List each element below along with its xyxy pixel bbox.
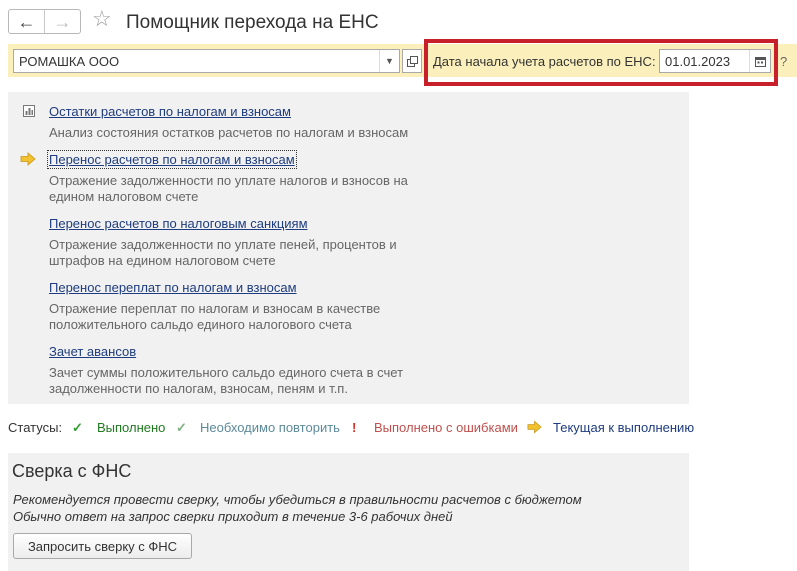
status-repeat: Необходимо повторить [200,420,340,435]
step-desc-transfer-sanctions: Отражение задолженности по уплате пеней,… [49,237,397,268]
organization-value: РОМАШКА ООО [19,54,120,69]
chevron-down-icon: ▼ [385,56,394,66]
organization-open-button[interactable] [402,49,422,73]
statuses-label: Статусы: [8,420,63,435]
page-title: Помощник перехода на ЕНС [126,12,379,33]
step-desc-advances-offset: Зачет суммы положительного сальдо единог… [49,365,404,396]
reconciliation-title: Сверка с ФНС [12,461,132,481]
status-errors: Выполнено с ошибками [374,420,518,435]
report-icon [23,105,35,117]
status-done: Выполнено [97,420,166,435]
step-link-balances[interactable]: Остатки расчетов по налогам и взносам [49,104,291,119]
step-link-transfer-overpayments[interactable]: Перенос переплат по налогам и взносам [49,280,297,295]
checkmark-icon: ✓ [72,420,83,435]
checkmark-icon: ✓ [176,420,187,435]
current-arrow-icon [20,152,36,166]
request-reconciliation-button[interactable]: Запросить сверку с ФНС [13,533,192,559]
step-desc-transfer-taxes: Отражение задолженности по уплате налого… [49,173,408,204]
organization-dropdown-button[interactable]: ▼ [379,50,399,72]
forward-button[interactable]: → [45,10,80,33]
start-date-field[interactable]: 01.01.2023 [659,49,771,73]
arrow-right-icon [527,420,542,434]
status-current: Текущая к выполнению [553,420,695,435]
back-button[interactable]: ← [9,10,45,33]
arrow-left-icon: ← [17,11,36,32]
star-icon[interactable]: ☆ [92,8,112,30]
step-link-advances-offset[interactable]: Зачет авансов [49,344,136,359]
step-desc-balances: Анализ состояния остатков расчетов по на… [49,125,409,140]
start-date-label: Дата начала учета расчетов по ЕНС: [433,54,656,69]
arrow-right-icon: → [53,11,72,32]
start-date-value: 01.01.2023 [665,54,731,69]
calendar-button[interactable] [749,50,770,72]
reconciliation-note: Обычно ответ на запрос сверки приходит в… [13,509,453,524]
step-link-transfer-taxes[interactable]: Перенос расчетов по налогам и взносам [47,150,297,169]
reconciliation-note: Рекомендуется провести сверку, чтобы убе… [13,492,582,507]
organization-field[interactable]: РОМАШКА ООО ▼ [13,49,400,73]
title-bar: ← → ☆ Помощник перехода на ЕНС [0,0,797,40]
exclamation-icon: ! [352,420,357,435]
calendar-icon [754,56,766,67]
navigation-buttons: ← → [8,9,81,34]
step-desc-transfer-overpayments: Отражение переплат по налогам и взносам … [49,301,381,332]
help-icon[interactable]: ? [780,54,787,69]
open-window-icon [406,55,418,67]
step-link-transfer-sanctions[interactable]: Перенос расчетов по налоговым санкциям [49,216,308,231]
